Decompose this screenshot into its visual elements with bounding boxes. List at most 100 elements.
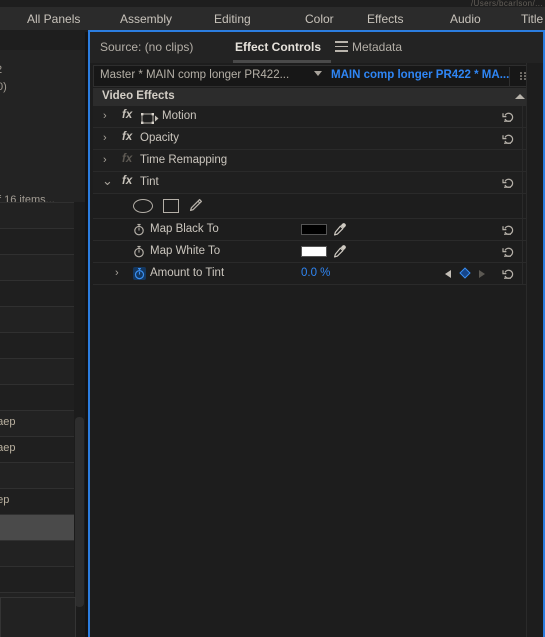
project-text-fragment-2: .0)	[0, 81, 7, 93]
active-tab-highlight	[233, 60, 331, 63]
workspace-tab-effects[interactable]: Effects	[367, 7, 403, 32]
tab-metadata[interactable]: Metadata	[352, 32, 402, 63]
param-name-map-black-to: Map Black To	[150, 223, 219, 235]
effect-row-time-remapping[interactable]: › fx Time Remapping	[93, 150, 541, 172]
list-item-label: 1.aep	[0, 442, 16, 454]
transform-icon	[141, 111, 159, 124]
list-item-selected[interactable]	[0, 515, 74, 541]
column-divider	[522, 263, 523, 284]
ellipse-mask-icon[interactable]	[133, 199, 153, 213]
list-item[interactable]: .aep	[0, 489, 74, 515]
list-item[interactable]	[0, 541, 74, 567]
workspace-tab-audio[interactable]: Audio	[450, 7, 481, 32]
workspace-tabs: All Panels Assembly Editing Color Effect…	[0, 7, 545, 32]
effect-name-time-remapping: Time Remapping	[140, 154, 228, 166]
list-item[interactable]	[0, 203, 74, 229]
list-item[interactable]: 1.aep	[0, 437, 74, 463]
list-item[interactable]: 1.aep	[0, 411, 74, 437]
master-clip-bar: Master * MAIN comp longer PR422... MAIN …	[93, 65, 541, 87]
tab-source[interactable]: Source: (no clips)	[100, 32, 193, 63]
disclosure-triangle-icon[interactable]: ›	[103, 154, 107, 167]
param-row-map-white-to[interactable]: Map White To	[93, 241, 541, 263]
chevron-down-icon[interactable]	[314, 71, 322, 76]
sequence-clip-label[interactable]: MAIN comp longer PR422 * MA...	[331, 69, 509, 81]
project-footer-box	[0, 597, 76, 637]
chevron-up-icon[interactable]	[515, 94, 525, 99]
eyedropper-icon[interactable]	[333, 222, 347, 237]
clip-bar-divider	[509, 67, 510, 86]
keyframe-diamond-icon[interactable]	[459, 267, 471, 279]
column-divider	[522, 172, 523, 193]
list-item[interactable]	[0, 333, 74, 359]
param-value-amount-to-tint[interactable]: 0.0 %	[301, 267, 330, 279]
reset-icon[interactable]	[502, 110, 515, 123]
list-item[interactable]	[0, 229, 74, 255]
project-scrollbar-thumb[interactable]	[75, 417, 84, 607]
list-item[interactable]	[0, 385, 74, 411]
color-swatch-black[interactable]	[301, 224, 327, 235]
video-effects-label: Video Effects	[102, 90, 175, 102]
effects-list: › fx Motion › fx Opacity › fx Time Remap…	[93, 106, 541, 285]
reset-icon[interactable]	[502, 245, 515, 258]
workspace-tab-editing[interactable]: Editing	[214, 7, 251, 32]
keyframe-next-icon[interactable]	[479, 270, 485, 278]
rectangle-mask-icon[interactable]	[163, 199, 179, 213]
list-item[interactable]	[0, 281, 74, 307]
list-item[interactable]: ep	[0, 463, 74, 489]
tab-effect-controls[interactable]: Effect Controls	[235, 32, 321, 63]
effect-name-opacity: Opacity	[140, 132, 179, 144]
effect-row-motion[interactable]: › fx Motion	[93, 106, 541, 128]
fx-icon: fx	[122, 175, 133, 187]
param-name-amount-to-tint: Amount to Tint	[150, 267, 225, 279]
stopwatch-icon[interactable]	[133, 223, 145, 236]
stopwatch-icon[interactable]	[133, 245, 145, 258]
reset-icon[interactable]	[502, 223, 515, 236]
list-item[interactable]	[0, 255, 74, 281]
reset-icon[interactable]	[502, 132, 515, 145]
timeline-column-strip	[526, 63, 541, 637]
workspace-tab-title[interactable]: Title	[521, 7, 543, 32]
effect-row-tint[interactable]: ⌄ fx Tint	[93, 172, 541, 194]
column-divider	[522, 241, 523, 262]
list-item-label: .aep	[0, 494, 10, 506]
color-swatch-white[interactable]	[301, 246, 327, 257]
param-row-amount-to-tint[interactable]: › Amount to Tint 0.0 %	[93, 263, 541, 285]
project-panel-partial: 2 .0) f 16 items... 1.aep 1.aep ep .aep …	[0, 32, 88, 637]
pen-mask-icon[interactable]	[187, 198, 203, 214]
stopwatch-icon-active[interactable]	[133, 267, 146, 280]
column-divider	[522, 194, 523, 218]
list-item[interactable]	[0, 567, 74, 593]
project-item-list: 1.aep 1.aep ep .aep y	[0, 202, 74, 619]
premiere-pro-window: /Users/bcarlson/... All Panels Assembly …	[0, 0, 545, 637]
eyedropper-icon[interactable]	[333, 244, 347, 259]
workspace-tab-color[interactable]: Color	[305, 7, 334, 32]
param-name-map-white-to: Map White To	[150, 245, 221, 257]
workspace-tab-all-panels[interactable]: All Panels	[27, 7, 80, 32]
fx-icon: fx	[122, 131, 133, 143]
panel-tab-strip: Source: (no clips) Effect Controls Metad…	[90, 32, 543, 63]
effect-controls-panel: Source: (no clips) Effect Controls Metad…	[88, 30, 545, 637]
mask-tools-row	[93, 194, 541, 219]
workspace-tab-assembly[interactable]: Assembly	[120, 7, 172, 32]
effect-row-opacity[interactable]: › fx Opacity	[93, 128, 541, 150]
project-panel-header	[0, 32, 88, 50]
keyframe-prev-icon[interactable]	[445, 270, 451, 278]
disclosure-triangle-icon[interactable]: ›	[115, 267, 119, 280]
title-strip: /Users/bcarlson/...	[0, 0, 545, 8]
project-text-fragment-1: 2	[0, 64, 2, 76]
disclosure-triangle-icon[interactable]: ⌄	[102, 174, 113, 187]
column-divider	[522, 219, 523, 240]
reset-icon[interactable]	[502, 267, 515, 280]
list-item[interactable]	[0, 359, 74, 385]
column-divider	[522, 150, 523, 171]
reset-icon[interactable]	[502, 176, 515, 189]
panel-menu-icon[interactable]	[335, 41, 348, 52]
master-clip-label[interactable]: Master * MAIN comp longer PR422...	[100, 69, 289, 81]
disclosure-triangle-icon[interactable]: ›	[103, 132, 107, 145]
param-row-map-black-to[interactable]: Map Black To	[93, 219, 541, 241]
disclosure-triangle-icon[interactable]: ›	[103, 110, 107, 123]
video-effects-header[interactable]: Video Effects	[93, 88, 541, 107]
fx-icon: fx	[122, 109, 133, 121]
list-item[interactable]	[0, 307, 74, 333]
effect-name-motion: Motion	[162, 110, 197, 122]
